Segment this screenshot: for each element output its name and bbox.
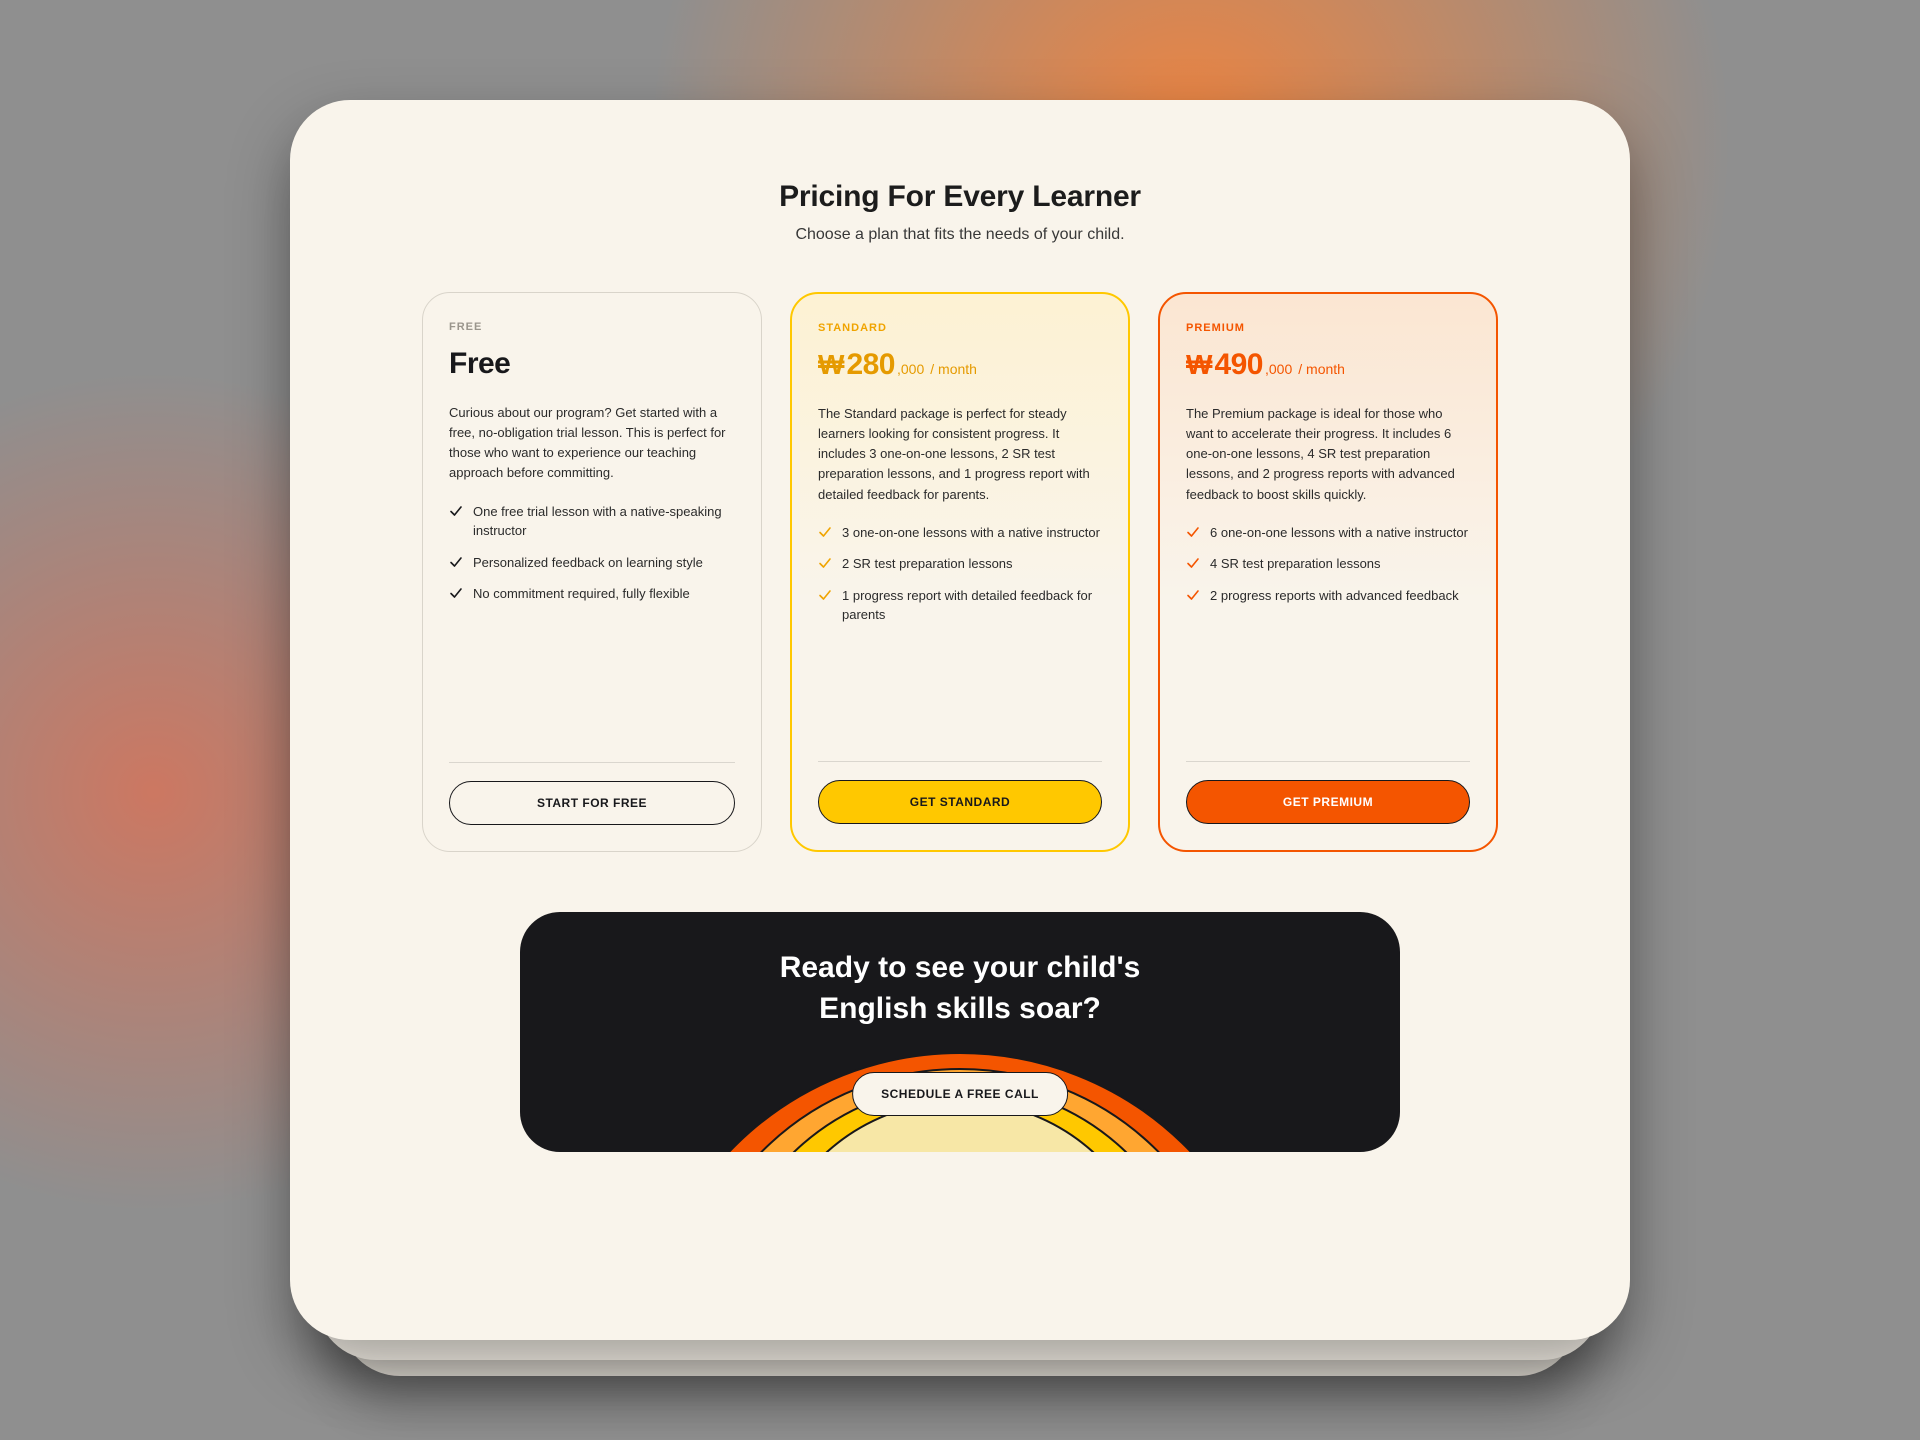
plan-description: Curious about our program? Get started w… [449,403,735,484]
check-icon [818,588,832,602]
divider [1186,761,1470,762]
plan-price: ₩ 490 ,000 / month [1186,348,1470,382]
feature-text: Personalized feedback on learning style [473,553,703,573]
price-unit: / month [930,361,977,377]
feature-text: One free trial lesson with a native-spea… [473,502,735,541]
plan-description: The Premium package is ideal for those w… [1186,404,1470,505]
plan-premium: PREMIUM ₩ 490 ,000 / month The Premium p… [1158,292,1498,852]
feature-item: No commitment required, fully flexible [449,584,735,604]
check-icon [449,504,463,518]
feature-item: 3 one-on-one lessons with a native instr… [818,523,1102,543]
check-icon [818,525,832,539]
feature-item: 2 SR test preparation lessons [818,554,1102,574]
price-amount: 490 [1214,348,1263,382]
currency-symbol: ₩ [818,349,844,381]
page-title: Pricing For Every Learner [390,180,1530,214]
plan-free: FREE Free Curious about our program? Get… [422,292,762,852]
cta-banner: Ready to see your child's English skills… [520,912,1400,1152]
get-standard-button[interactable]: GET STANDARD [818,780,1102,824]
price-thousands: ,000 [1265,361,1292,377]
price-amount: Free [449,347,510,381]
check-icon [1186,525,1200,539]
pricing-plans: FREE Free Curious about our program? Get… [390,292,1530,852]
plan-price: Free [449,347,735,381]
check-icon [1186,556,1200,570]
feature-text: 4 SR test preparation lessons [1210,554,1381,574]
banner-heading: Ready to see your child's English skills… [520,948,1400,1029]
plan-description: The Standard package is perfect for stea… [818,404,1102,505]
check-icon [1186,588,1200,602]
check-icon [449,555,463,569]
price-unit: / month [1298,361,1345,377]
price-amount: 280 [846,348,895,382]
page-subtitle: Choose a plan that fits the needs of you… [390,226,1530,244]
divider [818,761,1102,762]
plan-features: 6 one-on-one lessons with a native instr… [1186,523,1470,618]
schedule-call-button[interactable]: SCHEDULE A FREE CALL [852,1072,1068,1116]
feature-item: One free trial lesson with a native-spea… [449,502,735,541]
start-free-button[interactable]: START FOR FREE [449,781,735,825]
banner-heading-line1: Ready to see your child's [780,951,1141,984]
feature-item: 6 one-on-one lessons with a native instr… [1186,523,1470,543]
feature-text: 3 one-on-one lessons with a native instr… [842,523,1100,543]
feature-item: 1 progress report with detailed feedback… [818,586,1102,625]
check-icon [818,556,832,570]
plan-price: ₩ 280 ,000 / month [818,348,1102,382]
plan-features: 3 one-on-one lessons with a native instr… [818,523,1102,637]
feature-item: Personalized feedback on learning style [449,553,735,573]
plan-features: One free trial lesson with a native-spea… [449,502,735,616]
feature-text: 6 one-on-one lessons with a native instr… [1210,523,1468,543]
feature-text: 2 progress reports with advanced feedbac… [1210,586,1459,606]
get-premium-button[interactable]: GET PREMIUM [1186,780,1470,824]
feature-item: 4 SR test preparation lessons [1186,554,1470,574]
plan-standard: STANDARD ₩ 280 ,000 / month The Standard… [790,292,1130,852]
feature-text: 1 progress report with detailed feedback… [842,586,1102,625]
feature-item: 2 progress reports with advanced feedbac… [1186,586,1470,606]
feature-text: 2 SR test preparation lessons [842,554,1013,574]
feature-text: No commitment required, fully flexible [473,584,690,604]
divider [449,762,735,763]
plan-tier-label: PREMIUM [1186,322,1470,334]
banner-heading-line2: English skills soar? [819,992,1101,1025]
plan-tier-label: STANDARD [818,322,1102,334]
check-icon [449,586,463,600]
price-thousands: ,000 [897,361,924,377]
plan-tier-label: FREE [449,321,735,333]
pricing-card: Pricing For Every Learner Choose a plan … [290,100,1630,1340]
currency-symbol: ₩ [1186,349,1212,381]
